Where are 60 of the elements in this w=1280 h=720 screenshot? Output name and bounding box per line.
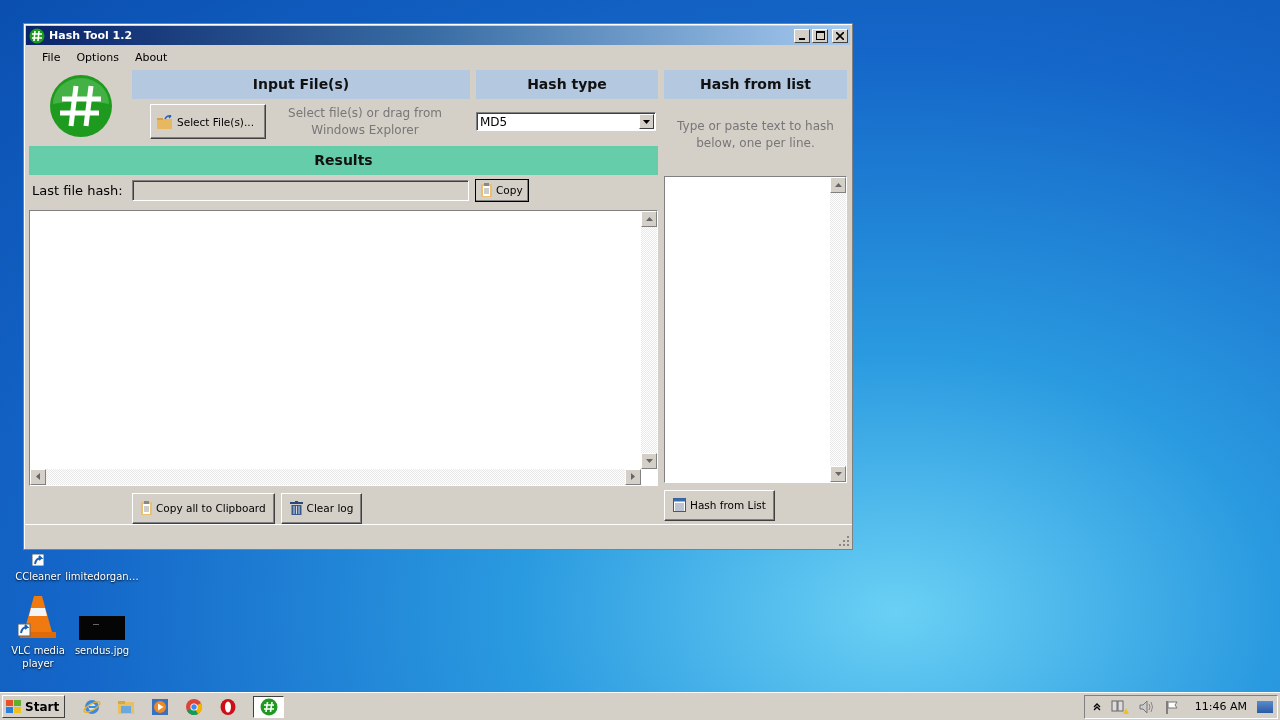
copy-button[interactable]: Copy xyxy=(475,178,529,202)
hash-logo-icon xyxy=(48,74,113,139)
vertical-scrollbar[interactable] xyxy=(830,176,846,482)
start-button[interactable]: Start xyxy=(2,695,66,718)
network-warning-icon[interactable] xyxy=(1110,698,1129,715)
minimize-button[interactable] xyxy=(794,28,810,43)
folder-icon xyxy=(157,114,173,129)
hash-type-dropdown[interactable]: MD5 xyxy=(476,112,656,132)
minimize-icon xyxy=(799,37,805,40)
section-heading: Hash type xyxy=(476,69,658,99)
close-icon xyxy=(836,31,844,40)
maximize-icon xyxy=(815,31,825,41)
section-heading: Hash from list xyxy=(664,69,847,99)
flag-icon[interactable] xyxy=(1164,699,1179,714)
clear-log-button[interactable]: Clear log xyxy=(280,492,363,524)
trash-icon xyxy=(289,501,303,516)
taskbar-app-button[interactable] xyxy=(253,695,285,718)
maximize-button[interactable] xyxy=(812,28,828,43)
hash-logo-icon xyxy=(259,697,278,716)
menu-item[interactable]: Options xyxy=(68,48,127,66)
copy-all-button[interactable]: Copy all to Clipboard xyxy=(132,492,275,524)
image-thumbnail-icon[interactable] xyxy=(79,616,125,640)
windows-flag-icon xyxy=(6,699,22,714)
browser-e-icon[interactable] xyxy=(83,697,102,716)
opera-icon[interactable] xyxy=(219,697,238,716)
select-files-button[interactable]: Select File(s)... xyxy=(150,104,266,140)
chrome-icon[interactable] xyxy=(185,697,204,716)
traffic-cone-icon[interactable] xyxy=(18,594,58,640)
show-desktop-button[interactable] xyxy=(1257,700,1273,713)
horizontal-scrollbar[interactable] xyxy=(30,468,641,485)
window-title: Hash Tool 1.2 xyxy=(49,29,134,43)
last-file-hash-field[interactable] xyxy=(132,179,469,201)
scroll-down-arrow-icon xyxy=(834,471,842,476)
menu-item[interactable]: File xyxy=(34,48,69,66)
menu-item[interactable]: About xyxy=(126,48,176,66)
close-button[interactable] xyxy=(832,28,848,43)
section-heading: Results xyxy=(29,145,658,175)
speaker-icon[interactable] xyxy=(1138,699,1155,714)
hash-logo-icon xyxy=(29,27,45,44)
clipboard-icon xyxy=(481,183,492,198)
chevron-up-icon[interactable] xyxy=(1092,702,1101,711)
media-player-icon[interactable] xyxy=(151,697,170,716)
dropdown-arrow-icon xyxy=(643,119,650,124)
last-file-hash-label: Last file hash: xyxy=(32,182,124,198)
desktop-icon-label[interactable]: limitedorgan… xyxy=(64,570,140,583)
scroll-right-arrow-icon xyxy=(631,473,635,481)
hash-from-list-button[interactable]: Hash from List xyxy=(664,489,775,521)
clock[interactable]: 11:46 AM xyxy=(1194,700,1247,713)
vertical-scrollbar[interactable] xyxy=(641,210,657,469)
scroll-down-arrow-icon xyxy=(645,458,653,463)
input-hint: Select file(s) or drag from Windows Explorer xyxy=(287,104,443,139)
section-heading: Input File(s) xyxy=(132,69,470,99)
hash-list-hint: Type or paste text to hash below, one per line. xyxy=(676,117,835,152)
scroll-up-arrow-icon xyxy=(834,182,842,187)
scroll-up-arrow-icon xyxy=(645,216,653,221)
scroll-left-arrow-icon xyxy=(36,473,40,481)
clipboard-icon xyxy=(141,501,152,516)
shortcut-arrow-icon[interactable] xyxy=(32,554,44,566)
resize-grip-icon[interactable] xyxy=(839,536,849,546)
list-icon xyxy=(673,498,686,513)
